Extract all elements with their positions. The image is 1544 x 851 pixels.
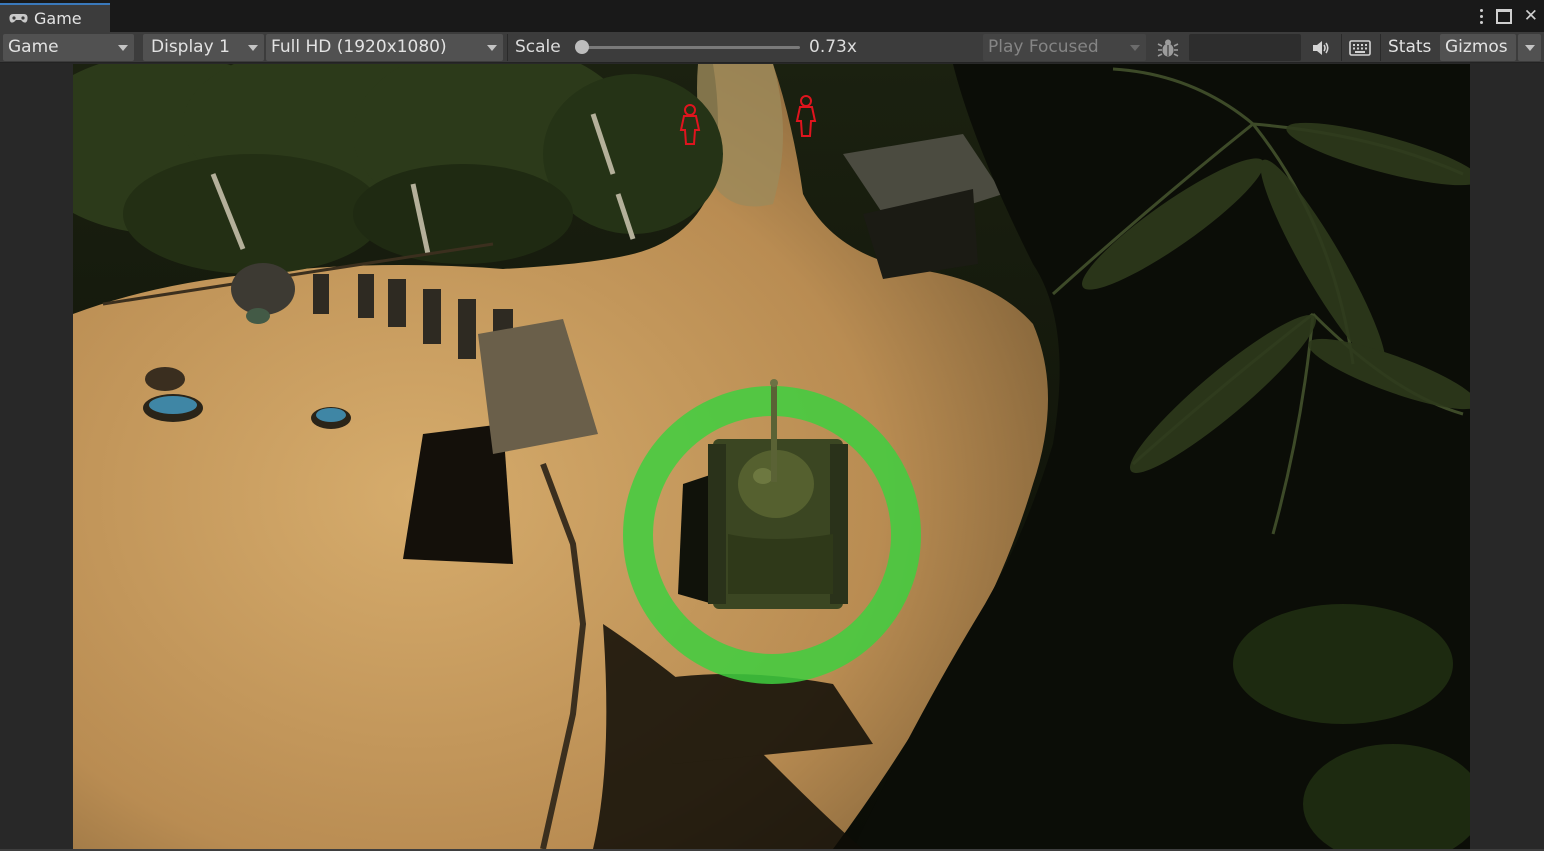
resolution-dropdown[interactable]: Full HD (1920x1080) — [266, 34, 503, 61]
display-label: Display 1 — [151, 37, 230, 57]
toolbar-search-field[interactable] — [1189, 34, 1301, 61]
mute-audio-button[interactable] — [1303, 34, 1339, 61]
play-mode-label: Play Focused — [988, 37, 1099, 57]
shortcuts-button[interactable] — [1342, 34, 1378, 61]
play-mode-dropdown[interactable]: Play Focused — [983, 34, 1146, 61]
display-dropdown[interactable]: Display 1 — [143, 34, 264, 61]
game-tab-label: Game — [34, 9, 82, 28]
chevron-down-icon — [1130, 45, 1140, 51]
chevron-down-icon — [487, 45, 497, 51]
speaker-icon — [1313, 40, 1329, 55]
scale-slider-handle[interactable] — [575, 40, 589, 54]
gizmos-dropdown[interactable] — [1518, 34, 1541, 61]
gizmos-button[interactable]: Gizmos — [1440, 34, 1516, 61]
scale-value: 0.73x — [809, 37, 857, 57]
gizmos-label: Gizmos — [1445, 37, 1508, 57]
view-mode-dropdown[interactable]: Game — [3, 34, 134, 61]
keyboard-icon — [1349, 39, 1371, 56]
chevron-down-icon — [248, 45, 258, 51]
debug-toggle-button[interactable] — [1150, 34, 1186, 61]
kebab-menu-icon[interactable] — [1480, 8, 1484, 24]
game-scene — [73, 64, 1470, 849]
scale-slider-track[interactable] — [581, 46, 800, 49]
gamepad-icon — [9, 14, 28, 23]
resolution-label: Full HD (1920x1080) — [271, 37, 447, 57]
close-icon[interactable]: ✕ — [1524, 7, 1538, 25]
chevron-down-icon — [1525, 45, 1535, 51]
game-tab[interactable]: Game — [0, 3, 110, 32]
bug-icon — [1157, 39, 1179, 57]
scale-label: Scale — [515, 37, 561, 57]
chevron-down-icon — [118, 45, 128, 51]
stats-button[interactable]: Stats — [1382, 34, 1438, 61]
stats-label: Stats — [1388, 37, 1432, 57]
game-viewport[interactable] — [73, 64, 1470, 849]
editor-tab-strip: Game ✕ — [0, 0, 1544, 32]
view-mode-label: Game — [8, 37, 59, 57]
toolbar-separator — [507, 34, 508, 61]
toolbar-separator — [1380, 34, 1381, 61]
maximize-icon[interactable] — [1495, 8, 1512, 24]
